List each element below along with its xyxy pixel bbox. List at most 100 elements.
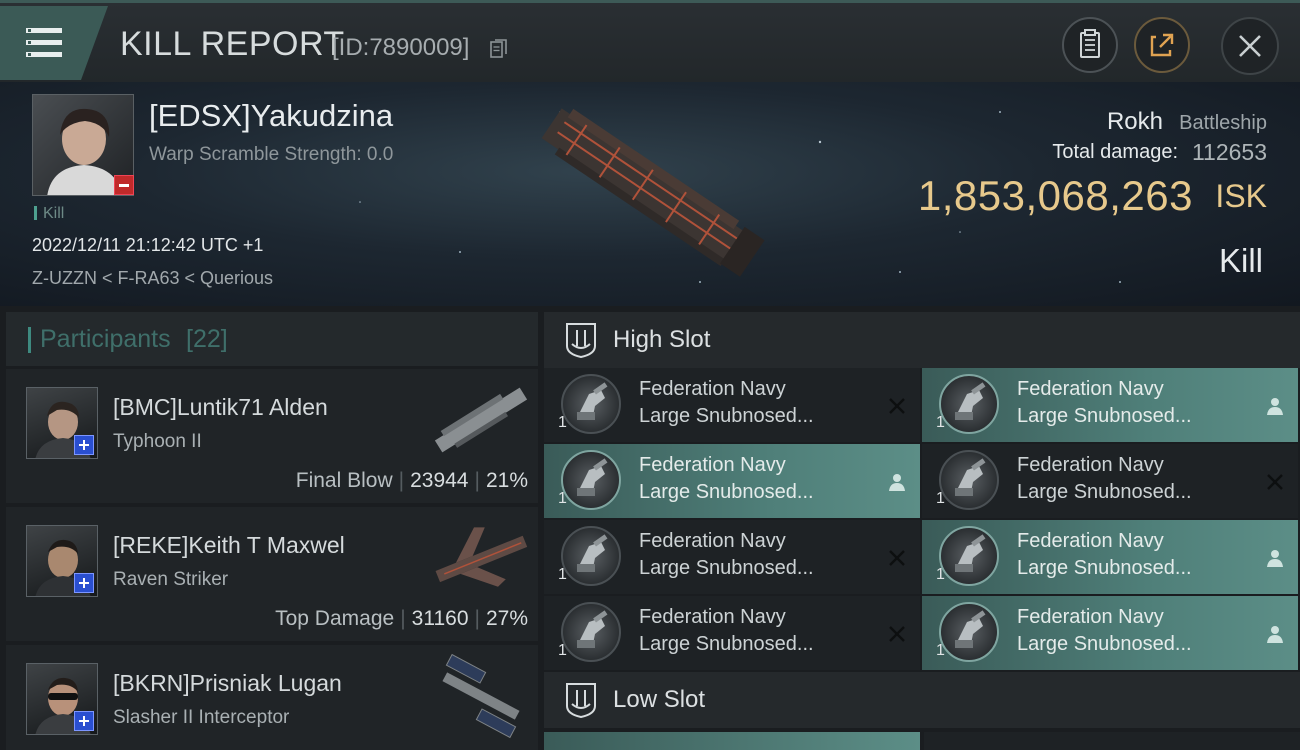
participant-ship: Typhoon II [113,431,202,452]
turret-icon [561,374,621,434]
module-name-line2: Large Snubnosed... [1017,405,1192,427]
kill-result: Kill [1218,242,1263,279]
close-icon [1239,35,1261,57]
victim-header: [EDSX]Yakudzina Warp Scramble Strength: … [0,82,1300,306]
participant-name[interactable]: [BMC]Luntik71 Alden [113,394,328,421]
module-name-line1: Federation Navy [639,606,786,628]
participant-ship-image [435,527,528,587]
module-quantity: 1 [936,414,945,431]
module-tile[interactable]: 1 Federation Navy Large Snubnosed... [922,368,1298,442]
participant-percent: 27% [485,607,528,630]
menu-icon [26,28,62,58]
participant-damage: 31160 [411,607,469,630]
module-name-line1: Federation Navy [1017,454,1164,476]
module-quantity: 1 [558,566,567,583]
module-tile[interactable]: 1 Federation Navy Large Snubnosed... [544,596,920,670]
hostile-badge [114,175,134,195]
participant-stats: Top Damage | 31160 | 27% [275,607,528,630]
participant-role: Final Blow [295,469,393,492]
participant-row[interactable]: [REKE]Keith T Maxwel Raven Striker Top D… [6,507,538,641]
share-button[interactable] [1134,17,1190,73]
module-name-line1: Federation Navy [639,454,786,476]
person-icon [1267,550,1283,567]
page-title: KILL REPORT [120,25,345,63]
report-id: [ID:7890009] [332,34,470,61]
module-tile[interactable]: 1 Federation Navy Large Snubnosed... [544,368,920,442]
clipboard-button[interactable] [1062,17,1118,73]
victim-ship-image [541,108,765,277]
participants-header: Participants [22] [6,312,538,366]
clipboard-icon [1080,29,1100,58]
menu-button[interactable] [0,6,108,80]
close-button[interactable] [1221,17,1279,75]
victim-ship-class: Battleship [1179,112,1267,134]
warp-scramble-strength: Warp Scramble Strength: 0.0 [149,144,394,165]
participant-ship: Slasher II Interceptor [113,707,290,728]
x-icon [1267,474,1283,490]
low-slot-module-peek[interactable] [544,732,920,750]
module-name-line2: Large Snubnosed... [1017,481,1192,503]
person-icon [889,474,905,491]
module-name-line2: Large Snubnosed... [639,633,814,655]
module-quantity: 1 [558,490,567,507]
low-slot-icon [566,683,596,718]
victim-ship-name[interactable]: Rokh [1107,108,1163,136]
participant-row[interactable]: [BKRN]Prisniak Lugan Slasher II Intercep… [6,645,538,750]
participant-ship: Raven Striker [113,569,229,590]
participant-name[interactable]: [REKE]Keith T Maxwel [113,532,345,559]
isk-value: 1,853,068,263 [917,172,1193,219]
module-name-line1: Federation Navy [1017,606,1164,628]
turret-icon [561,450,621,510]
friendly-badge [74,573,94,593]
module-name-line1: Federation Navy [1017,378,1164,400]
participant-row[interactable]: [BMC]Luntik71 Alden Typhoon II Final Blo… [6,369,538,503]
x-icon [889,626,905,642]
participant-name[interactable]: [BKRN]Prisniak Lugan [113,670,342,697]
module-tile[interactable]: 1 Federation Navy Large Snubnosed... [922,596,1298,670]
module-name-line2: Large Snubnosed... [639,405,814,427]
participant-stats: Final Blow | 23944 | 21% [295,469,528,492]
turret-icon [561,526,621,586]
kill-location[interactable]: Z-UZZN < F-RA63 < Querious [32,268,273,289]
low-slot-header: Low Slot [544,672,1300,728]
module-name-line2: Large Snubnosed... [1017,633,1192,655]
module-tile[interactable]: 1 Federation Navy Large Snubnosed... [922,444,1298,518]
x-icon [889,398,905,414]
isk-unit: ISK [1215,178,1267,214]
participants-panel: Participants [22] [BMC]Luntik71 Alden Ty… [6,312,538,750]
fitting-panel: High Slot 1 Federation Navy Large Snubnose… [544,312,1300,750]
participant-role: Top Damage [275,607,395,630]
participant-ship-image [434,387,528,453]
module-name-line2: Large Snubnosed... [639,557,814,579]
module-quantity: 1 [558,642,567,659]
module-quantity: 1 [936,490,945,507]
module-name-line2: Large Snubnosed... [1017,557,1192,579]
share-icon [1150,33,1174,57]
turret-icon [939,374,999,434]
turret-icon [561,602,621,662]
module-tile[interactable]: 1 Federation Navy Large Snubnosed... [544,444,920,518]
total-damage-label: Total damage: [1052,141,1178,163]
kill-datetime: 2022/12/11 21:12:42 UTC +1 [32,235,264,255]
module-quantity: 1 [558,414,567,431]
module-tile[interactable]: 1 Federation Navy Large Snubnosed... [544,520,920,594]
turret-icon [939,602,999,662]
high-slot-label: High Slot [613,326,711,353]
kill-tag: Kill [34,205,64,223]
turret-icon [939,450,999,510]
low-slot-label: Low Slot [613,686,706,713]
top-bar: KILL REPORT [ID:7890009] [0,0,1300,82]
participant-percent: 21% [485,469,528,492]
person-icon [1267,626,1283,643]
friendly-badge [74,435,94,455]
module-tile[interactable]: 1 Federation Navy Large Snubnosed... [922,520,1298,594]
copy-icon[interactable] [490,39,508,59]
module-name-line2: Large Snubnosed... [639,481,814,503]
victim-name[interactable]: [EDSX]Yakudzina [149,98,393,134]
friendly-badge [74,711,94,731]
x-icon [889,550,905,566]
low-slot-module-peek[interactable] [924,732,1300,750]
module-quantity: 1 [936,642,945,659]
participant-damage: 23944 [410,469,469,492]
module-name-line1: Federation Navy [1017,530,1164,552]
